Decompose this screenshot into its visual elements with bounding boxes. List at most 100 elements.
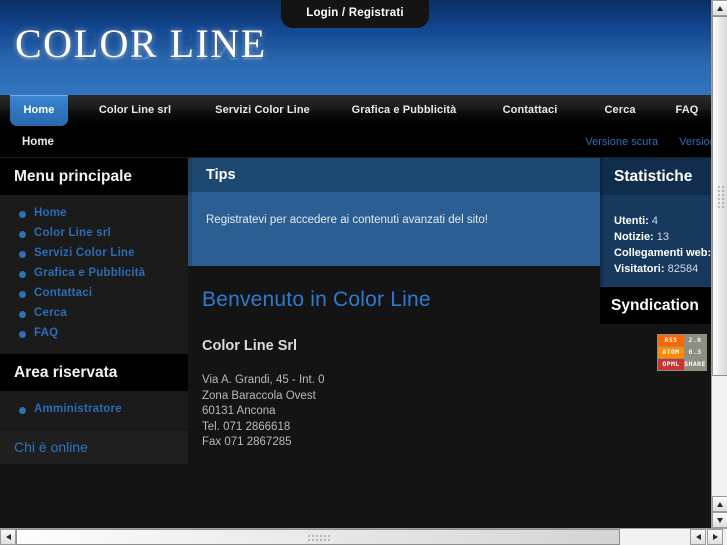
stat-row: Notizie: 13 (614, 229, 711, 245)
stat-row: Utenti: 4 (614, 213, 711, 229)
stats-title: Statistiche (600, 158, 711, 195)
stat-label: Collegamenti web: (614, 247, 711, 259)
stat-value: 82584 (667, 263, 699, 275)
reserved-area-list: Amministratore (0, 399, 188, 419)
menu-item-label: Contattaci (34, 287, 93, 299)
module-main-menu: Menu principale Home Color Line srl Serv… (0, 158, 188, 353)
right-sidebar: Statistiche Utenti: 4 Notizie: 13 Colleg… (600, 158, 711, 371)
nav-list: Home Color Line srl Servizi Color Line G… (0, 95, 711, 126)
article-block: Benvenuto in Color Line Color Line Srl V… (188, 266, 600, 451)
skin-switcher: Versione scura Versione chiara (567, 126, 711, 158)
bullet-icon (19, 311, 26, 318)
arrow-up-icon (717, 501, 723, 507)
left-sidebar: Menu principale Home Color Line srl Serv… (0, 158, 188, 464)
module-reserved-area: Area riservata Amministratore (0, 354, 188, 429)
stat-label: Notizie: (614, 231, 654, 243)
main-menu-list: Home Color Line srl Servizi Color Line G… (0, 203, 188, 343)
menu-item-faq[interactable]: FAQ (0, 323, 188, 343)
reserved-area-body: Amministratore (0, 391, 188, 429)
browser-viewport: Login / Registrati COLOR LINE COLOR LINE… (0, 0, 727, 545)
arrow-up-icon (717, 5, 723, 11)
scroll-down-button[interactable] (712, 512, 727, 528)
nav-item-servizi[interactable]: Servizi Color Line (196, 95, 329, 126)
rss-feed-badge[interactable]: RSS 2.0 (658, 335, 706, 346)
nav-item-grafica[interactable]: Grafica e Pubblicità (333, 95, 475, 126)
tips-text: Registratevi per accedere ai contenuti a… (188, 192, 600, 266)
opml-feed-badge[interactable]: OPML SHARE (658, 359, 706, 370)
atom-feed-badge[interactable]: ATOM 0.3 (658, 347, 706, 358)
menu-item-servizi[interactable]: Servizi Color Line (0, 243, 188, 263)
arrow-right-icon (712, 534, 718, 540)
stat-label: Utenti: (614, 215, 649, 227)
scroll-right-button[interactable] (707, 529, 723, 545)
tips-module: Tips Registratevi per accedere ai conten… (188, 158, 600, 266)
menu-item-grafica[interactable]: Grafica e Pubblicità (0, 263, 188, 283)
menu-item-home[interactable]: Home (0, 203, 188, 223)
stat-value: 4 (651, 215, 659, 227)
skin-light-link[interactable]: Versione chiara (679, 136, 711, 148)
badge-label: OPML (658, 359, 684, 370)
scroll-grip (307, 534, 331, 542)
feed-badges: RSS 2.0 ATOM 0.3 OPML SHARE (657, 334, 707, 371)
arrow-left-icon (695, 534, 701, 540)
scroll-grip (717, 185, 725, 209)
address-line: Zona Baraccola Ovest (202, 389, 316, 402)
breadcrumb-bar: Home Versione scura Versione chiara (0, 126, 711, 158)
horizontal-scroll-thumb[interactable] (16, 529, 620, 545)
address-line: 60131 Ancona (202, 405, 276, 417)
stats-body: Utenti: 4 Notizie: 13 Collegamenti web: … (600, 195, 711, 287)
logo-reflection: COLOR LINE (15, 24, 267, 69)
badge-version: 0.3 (684, 347, 706, 358)
syndication-body: RSS 2.0 ATOM 0.3 OPML SHARE (600, 324, 711, 371)
breadcrumb-home[interactable]: Home (22, 126, 54, 158)
stat-row: Collegamenti web: (614, 245, 711, 261)
who-is-online-title[interactable]: Chi è online (0, 430, 188, 464)
vertical-scroll-thumb[interactable] (712, 16, 727, 376)
horizontal-scrollbar[interactable] (0, 528, 727, 545)
content-area: Menu principale Home Color Line srl Serv… (0, 158, 711, 518)
menu-item-color-line-srl[interactable]: Color Line srl (0, 223, 188, 243)
scroll-up-button[interactable] (712, 0, 727, 16)
menu-item-cerca[interactable]: Cerca (0, 303, 188, 323)
stat-label: Visitatori: (614, 263, 665, 275)
site-header: Login / Registrati COLOR LINE COLOR LINE (0, 0, 711, 95)
menu-item-amministratore[interactable]: Amministratore (0, 399, 188, 419)
site-logo[interactable]: COLOR LINE COLOR LINE (15, 24, 315, 95)
arrow-down-icon (717, 517, 723, 523)
menu-item-label: Servizi Color Line (34, 247, 135, 259)
nav-item-contattaci[interactable]: Contattaci (484, 95, 576, 126)
menu-item-contattaci[interactable]: Contattaci (0, 283, 188, 303)
main-menu-title: Menu principale (0, 158, 188, 195)
main-menu-body: Home Color Line srl Servizi Color Line G… (0, 195, 188, 353)
scroll-left-button-secondary[interactable] (690, 529, 706, 545)
menu-item-label: Home (34, 207, 67, 219)
address-line: Tel. 071 2866618 (202, 420, 291, 433)
nav-item-color-line-srl[interactable]: Color Line srl (78, 95, 192, 126)
nav-item-cerca[interactable]: Cerca (584, 95, 656, 126)
main-navigation: Home Color Line srl Servizi Color Line G… (0, 95, 711, 126)
bullet-icon (19, 407, 26, 414)
bullet-icon (19, 271, 26, 278)
reserved-area-title: Area riservata (0, 354, 188, 391)
page-content: Login / Registrati COLOR LINE COLOR LINE… (0, 0, 711, 528)
vertical-scrollbar[interactable] (711, 0, 727, 529)
page-title: Benvenuto in Color Line (202, 288, 431, 311)
badge-version: SHARE (684, 359, 706, 370)
address-line: Via A. Grandi, 45 - Int. 0 (202, 374, 325, 386)
scroll-down-button-upper[interactable] (712, 496, 727, 512)
stat-row: Visitatori: 82584 (614, 261, 711, 277)
nav-item-faq[interactable]: FAQ (663, 95, 711, 126)
menu-item-label: Color Line srl (34, 227, 111, 239)
menu-item-label: Cerca (34, 307, 67, 319)
badge-label: RSS (658, 335, 684, 346)
tips-title: Tips (188, 158, 600, 192)
skin-dark-link[interactable]: Versione scura (585, 136, 658, 148)
stat-value: 13 (656, 231, 670, 243)
nav-item-home[interactable]: Home (10, 95, 68, 126)
address-line: Fax 071 2867285 (202, 436, 292, 448)
arrow-left-icon (5, 534, 11, 540)
bullet-icon (19, 231, 26, 238)
badge-label: ATOM (658, 347, 684, 358)
scroll-left-button[interactable] (0, 529, 16, 545)
menu-item-label: Grafica e Pubblicità (34, 267, 146, 279)
